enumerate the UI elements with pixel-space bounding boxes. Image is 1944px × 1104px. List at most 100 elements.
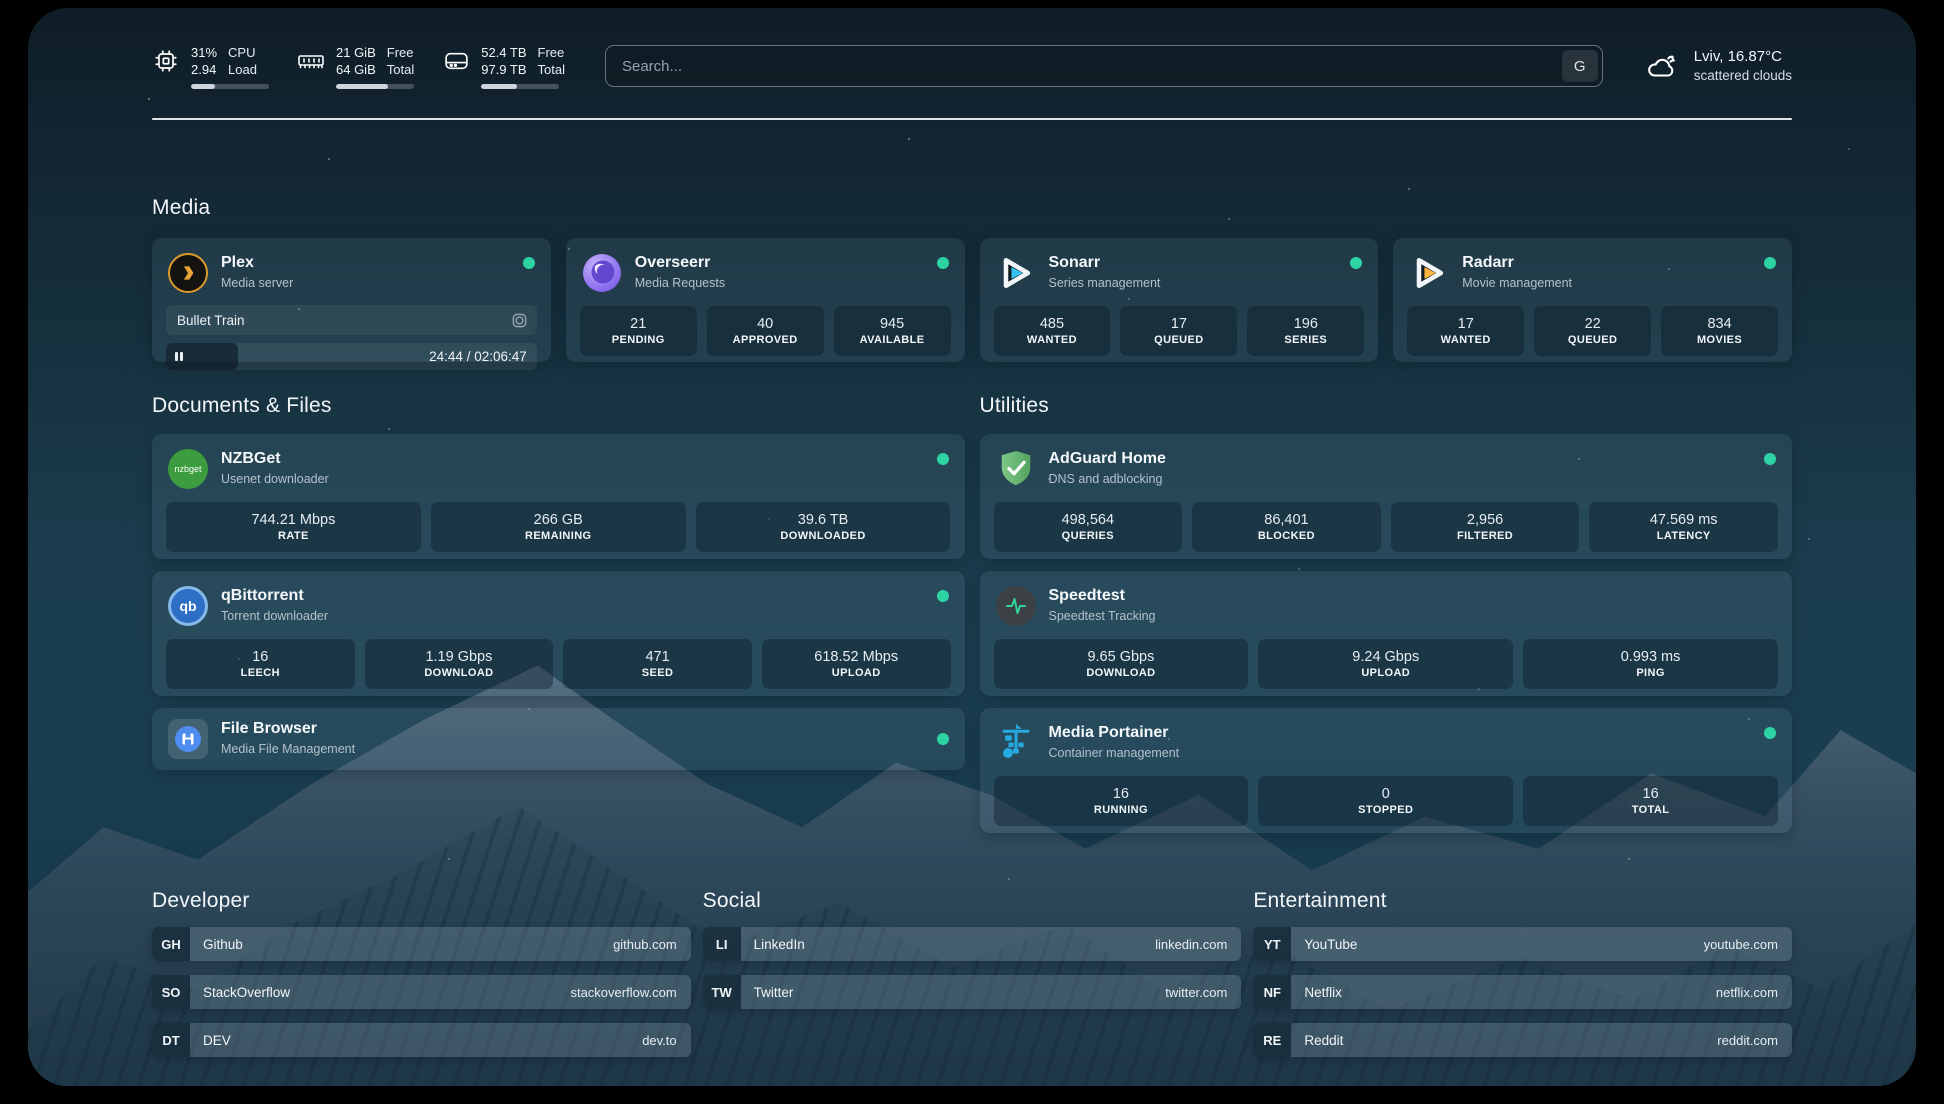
link-dev[interactable]: DT DEV dev.to	[152, 1023, 691, 1057]
link-url: reddit.com	[1717, 1033, 1792, 1048]
stat-running: 16 RUNNING	[994, 776, 1249, 826]
stat-value: 618.52 Mbps	[814, 649, 898, 665]
card-speedtest[interactable]: Speedtest Speedtest Tracking 9.65 Gbps D…	[980, 571, 1793, 696]
card-portainer[interactable]: Media Portainer Container management 16 …	[980, 708, 1793, 833]
search-input[interactable]	[605, 45, 1603, 87]
link-stackoverflow[interactable]: SO StackOverflow stackoverflow.com	[152, 975, 691, 1009]
now-playing-title: Bullet Train	[177, 313, 245, 328]
stat-label: AVAILABLE	[860, 334, 925, 346]
card-subtitle: Movie management	[1462, 273, 1572, 293]
snow-flakes	[148, 98, 150, 100]
github-icon: GH	[152, 927, 190, 961]
pause-icon[interactable]	[175, 352, 183, 361]
disk-free-value: 52.4 TB	[481, 44, 526, 61]
memory-stat: 21 GiB 64 GiB Free Total	[297, 44, 414, 89]
portainer-icon	[996, 723, 1036, 763]
stat-label: SEED	[642, 667, 674, 679]
social-links: LI LinkedIn linkedin.com TW Twitter twit…	[703, 927, 1242, 1057]
stat-label: BLOCKED	[1258, 530, 1315, 542]
link-netflix[interactable]: NF Netflix netflix.com	[1253, 975, 1792, 1009]
stat-value: 2,956	[1467, 512, 1503, 528]
card-subtitle: Usenet downloader	[221, 469, 329, 489]
stat-value: 16	[1113, 786, 1129, 802]
section-title-entertainment: Entertainment	[1253, 889, 1792, 913]
filebrowser-icon	[168, 719, 208, 759]
disk-progress-bar	[481, 84, 559, 89]
stat-label: SERIES	[1284, 334, 1327, 346]
status-dot	[1350, 257, 1362, 269]
card-plex[interactable]: Plex Media server Bullet Train	[152, 238, 551, 362]
developer-links: GH Github github.com SO StackOverflow st…	[152, 927, 691, 1057]
stackoverflow-icon: SO	[152, 975, 190, 1009]
card-subtitle: Series management	[1049, 273, 1161, 293]
adguard-icon	[996, 449, 1036, 489]
disk-total-label: Total	[538, 61, 565, 78]
playback-progress-bar: 24:44 / 02:06:47	[166, 343, 537, 370]
memory-icon	[297, 48, 325, 74]
card-radarr[interactable]: Radarr Movie management 17 WANTED 22 QUE…	[1393, 238, 1792, 362]
card-overseerr[interactable]: Overseerr Media Requests 21 PENDING 40 A…	[566, 238, 965, 362]
link-linkedin[interactable]: LI LinkedIn linkedin.com	[703, 927, 1242, 961]
card-title: Plex	[221, 253, 293, 273]
stat-label: PENDING	[612, 334, 665, 346]
stat-label: TOTAL	[1632, 804, 1670, 816]
cpu-icon	[152, 48, 180, 74]
card-nzbget[interactable]: nzbget NZBGet Usenet downloader 744.21 M…	[152, 434, 965, 559]
card-filebrowser[interactable]: File Browser Media File Management	[152, 708, 965, 770]
card-adguard[interactable]: AdGuard Home DNS and adblocking 498,564 …	[980, 434, 1793, 559]
stat-value: 266 GB	[534, 512, 583, 528]
youtube-icon: YT	[1253, 927, 1291, 961]
status-dot	[1764, 727, 1776, 739]
card-subtitle: Media Requests	[635, 273, 725, 293]
card-qbittorrent[interactable]: qb qBittorrent Torrent downloader 16 LEE…	[152, 571, 965, 696]
link-reddit[interactable]: RE Reddit reddit.com	[1253, 1023, 1792, 1057]
link-name: StackOverflow	[190, 985, 290, 1000]
memory-total-label: Total	[387, 61, 414, 78]
stat-label: QUERIES	[1062, 530, 1114, 542]
status-dot	[937, 453, 949, 465]
stat-label: QUEUED	[1154, 334, 1203, 346]
card-title: AdGuard Home	[1049, 449, 1166, 469]
disk-free-label: Free	[538, 44, 565, 61]
sonarr-icon	[996, 253, 1036, 293]
cpu-progress-bar	[191, 84, 269, 89]
link-youtube[interactable]: YT YouTube youtube.com	[1253, 927, 1792, 961]
stat-label: UPLOAD	[832, 667, 881, 679]
stat-label: MOVIES	[1697, 334, 1742, 346]
stat-label: DOWNLOADED	[780, 530, 865, 542]
playback-time: 24:44 / 02:06:47	[429, 343, 527, 370]
link-name: Twitter	[741, 985, 794, 1000]
link-twitter[interactable]: TW Twitter twitter.com	[703, 975, 1242, 1009]
radarr-icon	[1409, 253, 1449, 293]
link-name: Netflix	[1291, 985, 1342, 1000]
stat-value: 17	[1171, 316, 1187, 332]
dashboard-window: 31% 2.94 CPU Load	[28, 8, 1916, 1086]
stat-wanted: 485 WANTED	[994, 306, 1111, 356]
stat-label: QUEUED	[1568, 334, 1617, 346]
playback-progress-fill	[166, 343, 238, 370]
card-title: Speedtest	[1049, 586, 1156, 606]
reddit-icon: RE	[1253, 1023, 1291, 1057]
stat-upload: 618.52 Mbps UPLOAD	[762, 639, 951, 689]
stat-leech: 16 LEECH	[166, 639, 355, 689]
session-camera-icon[interactable]	[511, 312, 528, 329]
link-github[interactable]: GH Github github.com	[152, 927, 691, 961]
link-url: linkedin.com	[1155, 937, 1241, 952]
stat-blocked: 86,401 BLOCKED	[1192, 502, 1381, 552]
stat-value: 22	[1585, 316, 1601, 332]
utilities-column: AdGuard Home DNS and adblocking 498,564 …	[980, 434, 1793, 833]
search-engine-button[interactable]: G	[1562, 50, 1598, 82]
stat-downloaded: 39.6 TB DOWNLOADED	[696, 502, 951, 552]
card-title: Sonarr	[1049, 253, 1161, 273]
stat-upload: 9.24 Gbps UPLOAD	[1258, 639, 1513, 689]
stat-value: 39.6 TB	[798, 512, 849, 528]
card-sonarr[interactable]: Sonarr Series management 485 WANTED 17 Q…	[980, 238, 1379, 362]
cpu-load-label: Load	[228, 61, 257, 78]
link-name: Reddit	[1291, 1033, 1343, 1048]
link-name: DEV	[190, 1033, 231, 1048]
stat-series: 196 SERIES	[1247, 306, 1364, 356]
card-subtitle: Torrent downloader	[221, 606, 328, 626]
weather-widget: Lviv, 16.87°C scattered clouds	[1645, 47, 1792, 85]
status-dot	[1764, 257, 1776, 269]
documents-column: nzbget NZBGet Usenet downloader 744.21 M…	[152, 434, 965, 833]
